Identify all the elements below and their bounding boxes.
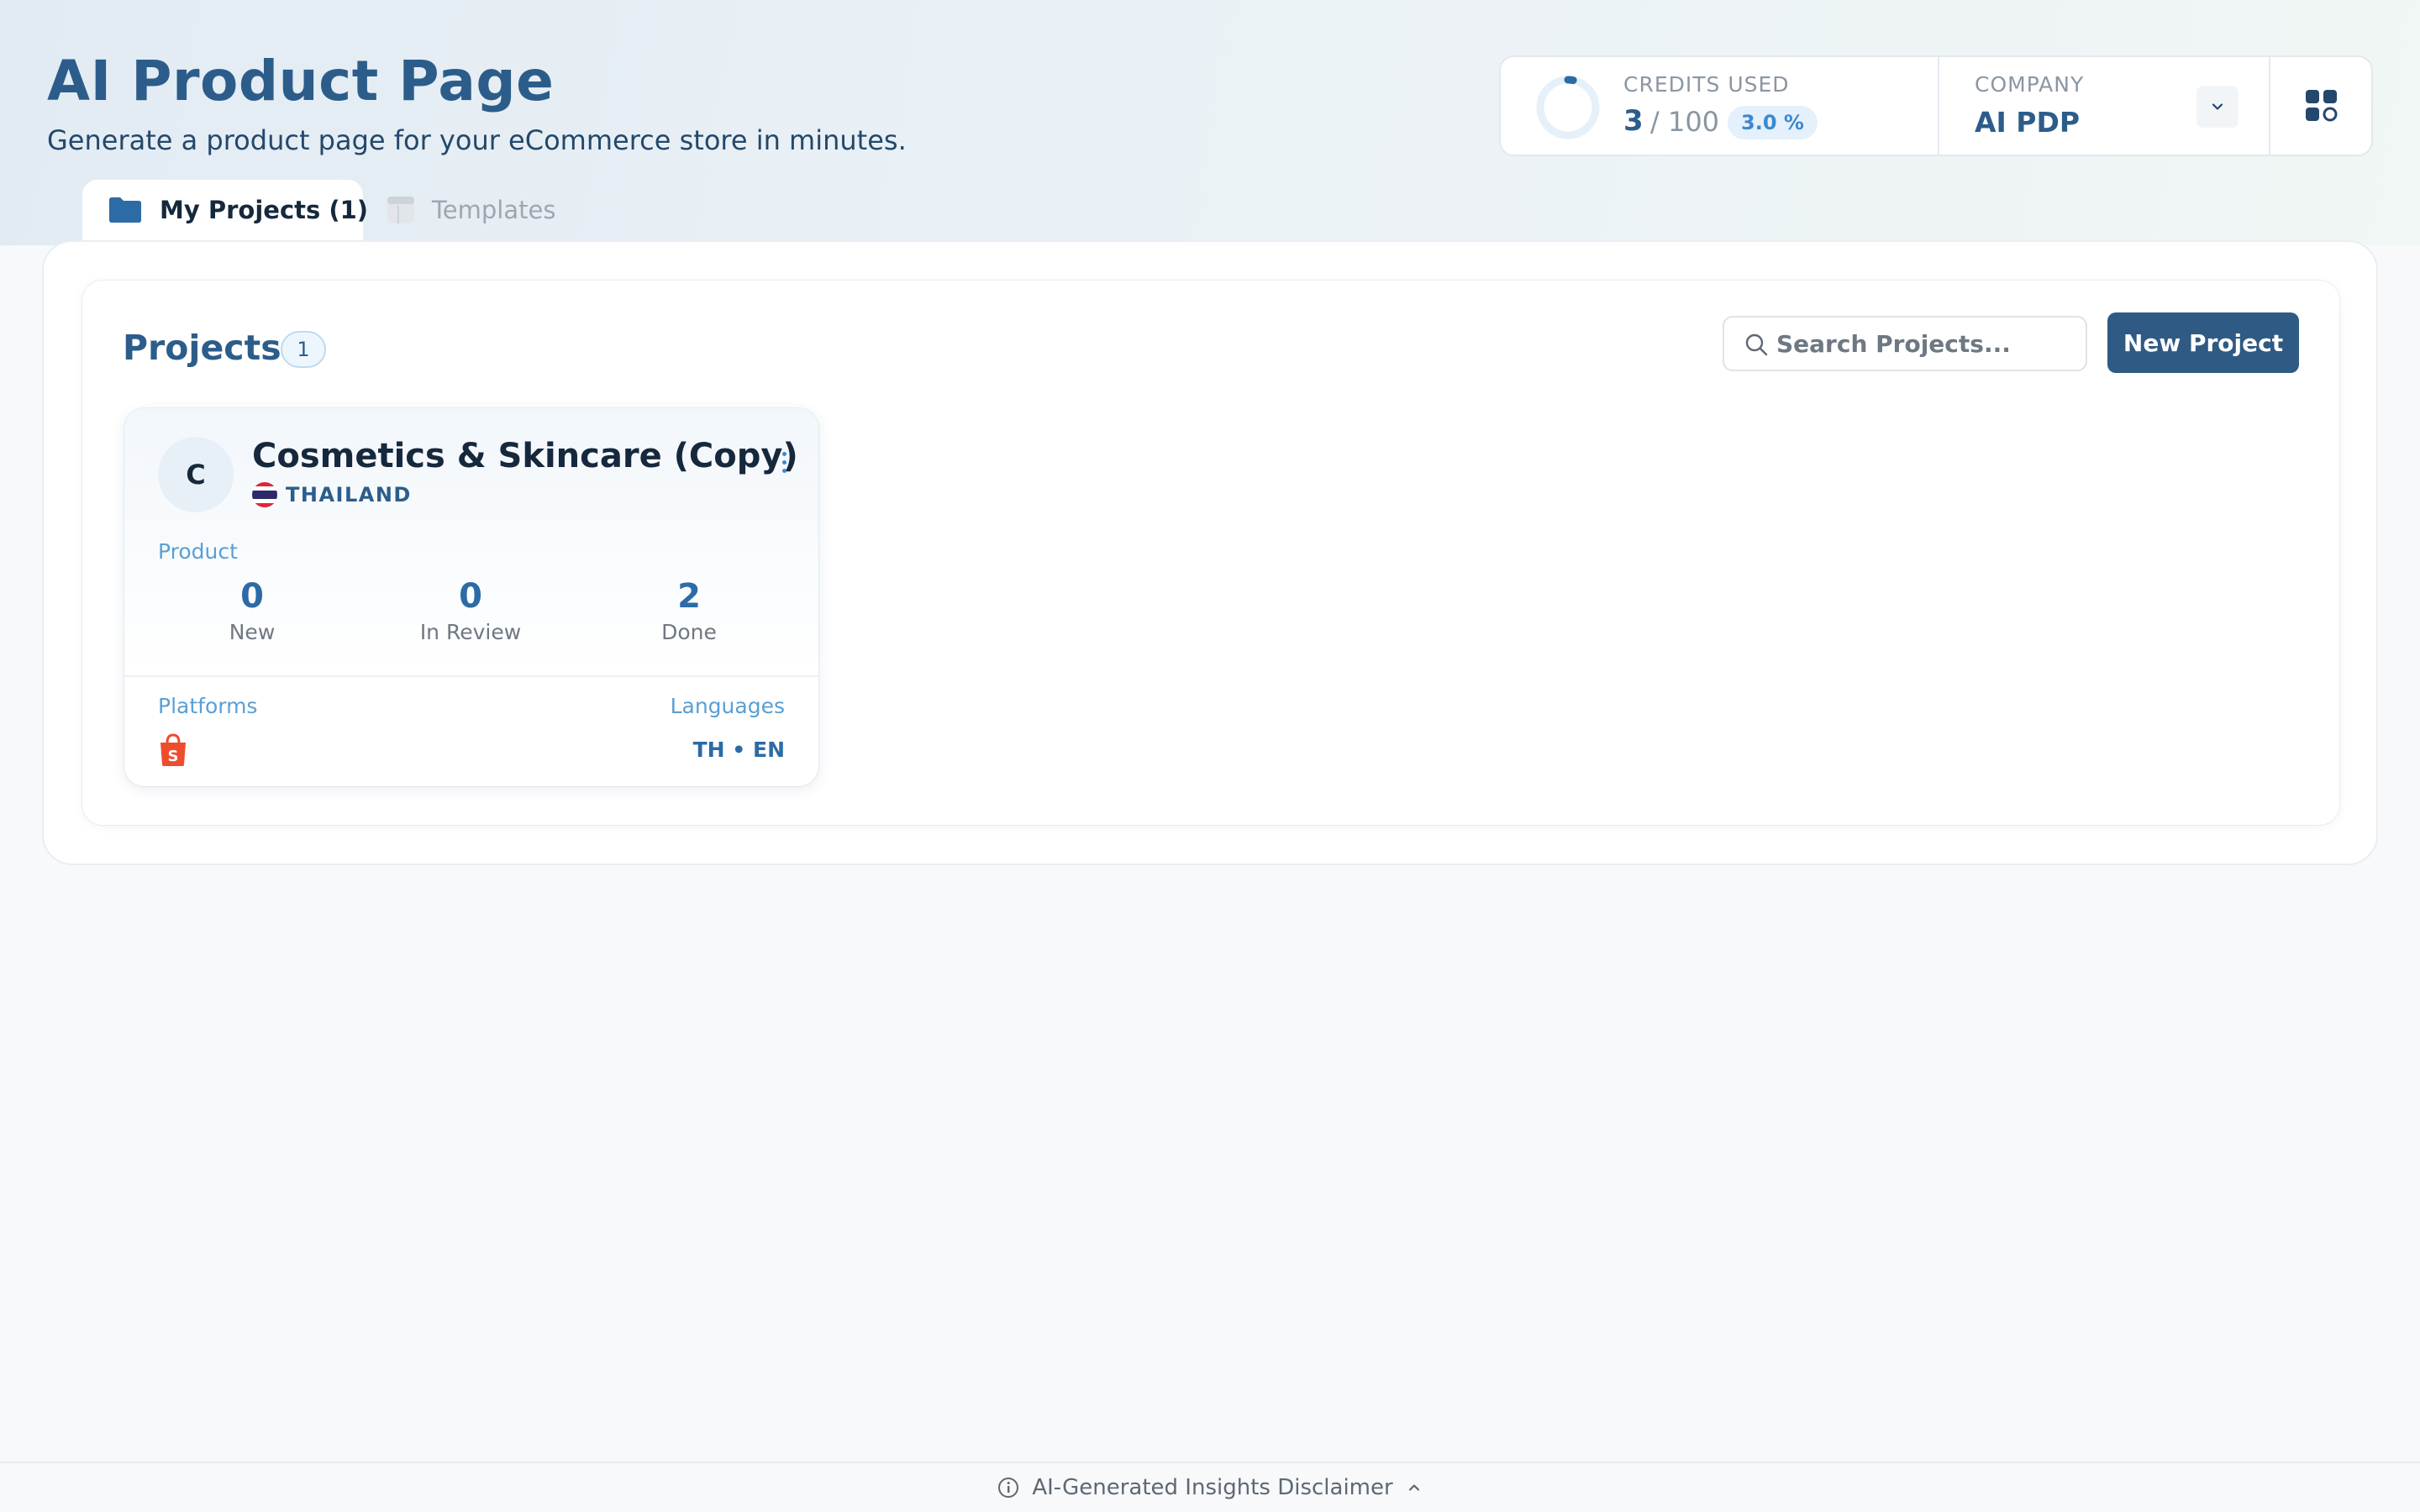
project-avatar: C [158, 437, 234, 512]
project-card[interactable]: C Cosmetics & Skincare (Copy) THAILAND P… [124, 408, 818, 786]
stat-done-value: 2 [677, 577, 701, 616]
credits-label: CREDITS USED [1623, 72, 1790, 97]
project-country: THAILAND [286, 483, 412, 507]
kebab-dot [781, 451, 786, 456]
product-section-label: Product [158, 539, 238, 564]
tab-label: My Projects (1) [160, 196, 369, 224]
company-name: AI PDP [1975, 106, 2081, 139]
credits-percent-badge: 3.0 % [1728, 106, 1818, 139]
thailand-flag-icon [252, 482, 277, 507]
stat-in-review: 0 In Review [387, 576, 555, 644]
stat-new: 0 New [168, 576, 336, 644]
shopee-bag-icon: S [160, 733, 186, 766]
new-project-button[interactable]: New Project [2107, 312, 2299, 373]
credits-total-value: / 100 [1650, 106, 1720, 138]
search-icon [1745, 333, 1768, 356]
company-label: COMPANY [1975, 72, 2085, 97]
search-projects-input[interactable] [1776, 318, 2079, 370]
search-box[interactable] [1723, 316, 2087, 371]
languages-label: Languages [670, 694, 785, 718]
tab-templates[interactable]: Templates [387, 180, 555, 240]
project-languages: TH • EN [692, 738, 785, 762]
projects-count-badge: 1 [281, 331, 326, 368]
stat-in-review-label: In Review [419, 620, 522, 644]
project-name[interactable]: Cosmetics & Skincare (Copy) [252, 437, 798, 475]
apps-menu-button[interactable] [2270, 57, 2373, 155]
projects-section: Projects 1 New Project C Cosmetics & Ski… [82, 281, 2339, 825]
page-subtitle: Generate a product page for your eCommer… [47, 124, 907, 156]
main-panel: Projects 1 New Project C Cosmetics & Ski… [42, 240, 2378, 865]
widget-divider [1938, 57, 1939, 155]
platforms-label: Platforms [158, 694, 258, 718]
stat-in-review-value: 0 [459, 577, 482, 616]
chevron-down-icon [2212, 103, 2223, 110]
page-title: AI Product Page [47, 49, 555, 113]
folder-icon [109, 197, 141, 223]
template-icon [387, 197, 414, 223]
stat-done-label: Done [661, 620, 717, 644]
account-widget: CREDITS USED 3 / 100 3.0 % COMPANY AI PD… [1499, 55, 2373, 156]
chevron-up-icon [1408, 1484, 1419, 1491]
projects-title: Projects [123, 328, 281, 368]
kebab-dot [781, 459, 786, 465]
svg-text:S: S [168, 748, 179, 765]
project-options-menu-button[interactable] [773, 445, 795, 479]
stat-done: 2 Done [605, 576, 773, 644]
card-divider [124, 675, 818, 677]
credits-used-value: 3 [1623, 104, 1644, 138]
info-icon [998, 1478, 1019, 1498]
credits-donut-chart [1536, 76, 1600, 139]
stat-new-label: New [229, 620, 276, 644]
disclaimer-text: AI-Generated Insights Disclaimer [1032, 1475, 1393, 1500]
kebab-dot [781, 468, 786, 473]
tab-my-projects[interactable]: My Projects (1) [82, 180, 368, 240]
tab-label: Templates [432, 196, 556, 224]
apps-grid-icon [2306, 90, 2338, 122]
disclaimer-footer[interactable]: AI-Generated Insights Disclaimer [0, 1463, 2420, 1512]
stat-new-value: 0 [240, 577, 264, 616]
company-dropdown-button[interactable] [2196, 86, 2238, 128]
